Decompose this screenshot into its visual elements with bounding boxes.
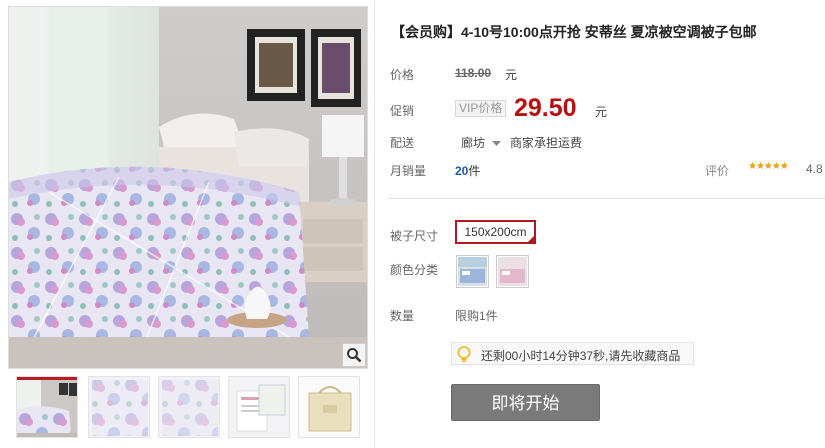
thumb-active-indicator	[17, 377, 77, 380]
size-label: 被子尺寸	[390, 229, 439, 243]
monthly-sales-count: 20	[455, 164, 469, 178]
column-divider	[374, 0, 375, 448]
vip-price-tag: VIP价格	[455, 100, 507, 117]
color-label: 颜色分类	[390, 263, 439, 277]
shipping-city-select[interactable]: 廊坊	[461, 134, 502, 151]
size-option-text: 150x200cm	[464, 225, 527, 239]
bedroom-quilt-image	[9, 7, 367, 368]
thumbnail-strip	[8, 376, 368, 442]
zoom-button[interactable]	[342, 343, 366, 367]
thumb-fabric-1[interactable]	[88, 376, 150, 438]
monthly-sales-unit: 件	[468, 164, 481, 178]
original-price: 118.00	[455, 66, 492, 80]
magnifier-icon	[347, 348, 362, 363]
product-title: 【会员购】4-10号10:00点开抢 安蒂丝 夏凉被空调被子包邮	[391, 24, 757, 40]
color-option-blue[interactable]	[456, 255, 489, 288]
selected-corner-icon	[526, 234, 536, 244]
purchase-limit: 限购1件	[455, 309, 498, 323]
thumb-fabric-2[interactable]	[158, 376, 220, 438]
thumb-label[interactable]	[228, 376, 290, 438]
promo-label: 促销	[390, 104, 415, 118]
shipping-city-text: 廊坊	[461, 136, 486, 150]
thumb-bag[interactable]	[298, 376, 360, 438]
quantity-label: 数量	[390, 309, 415, 323]
color-option-pink[interactable]	[496, 255, 529, 288]
shipping-note: 商家承担运费	[510, 136, 583, 150]
monthly-sales-value: 20件	[455, 162, 480, 179]
size-option-150x200[interactable]: 150x200cm	[455, 220, 536, 244]
promo-price-unit: 元	[595, 105, 608, 119]
price-label: 价格	[390, 68, 415, 82]
chevron-down-icon	[492, 140, 502, 146]
countdown-text: 还剩00小时14分钟37秒,请先收藏商品	[481, 349, 681, 363]
rating-label: 评价	[705, 164, 730, 178]
coming-soon-button[interactable]: 即将开始	[451, 384, 600, 421]
shipping-label: 配送	[390, 136, 415, 150]
lightbulb-icon	[457, 346, 471, 362]
original-price-unit: 元	[505, 68, 518, 82]
thumb-bedroom[interactable]	[16, 376, 78, 438]
countdown-tip: 还剩00小时14分钟37秒,请先收藏商品	[451, 342, 694, 365]
main-product-photo[interactable]	[8, 6, 368, 369]
rating-value: 4.8	[806, 162, 823, 176]
promo-price: 29.50	[514, 94, 577, 122]
monthly-sales-label: 月销量	[390, 164, 427, 178]
section-divider	[388, 198, 825, 199]
rating-stars: ★★★★★	[748, 161, 789, 172]
